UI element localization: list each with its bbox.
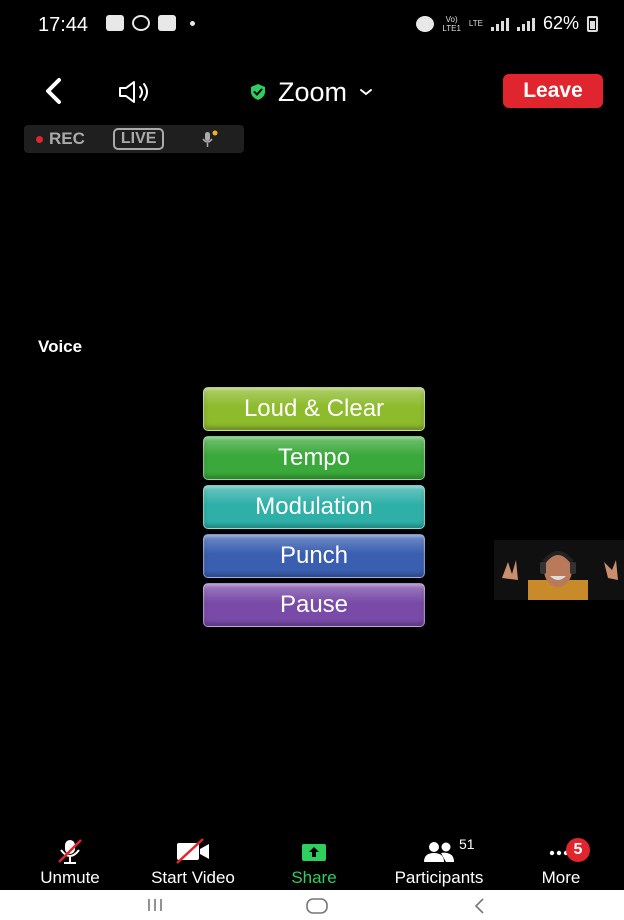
system-back-button[interactable] (470, 897, 490, 920)
option-pause: Pause (203, 583, 425, 627)
recording-status-bar: REC LIVE (24, 125, 244, 153)
meeting-toolbar: Unmute Start Video Share 51 Participants… (0, 836, 624, 890)
home-icon (306, 898, 328, 914)
status-bar: 17:44 Vo) LTE1 LTE 62% (0, 0, 624, 52)
home-button[interactable] (304, 897, 330, 920)
meeting-title: Zoom (278, 76, 348, 107)
share-label: Share (291, 868, 337, 887)
mic-activity-icon (202, 130, 218, 148)
participants-count: 51 (459, 836, 475, 852)
signal-icon (490, 17, 509, 31)
whatsapp-icon (132, 15, 150, 31)
back-button[interactable] (38, 74, 72, 108)
share-button[interactable]: Share (282, 838, 346, 890)
more-button[interactable]: 5 More (532, 838, 590, 890)
unmute-button[interactable]: Unmute (28, 838, 112, 890)
more-label: More (541, 868, 581, 887)
live-badge: LIVE (112, 128, 165, 150)
record-dot-icon (36, 135, 43, 143)
meeting-title-button[interactable]: Zoom (248, 74, 373, 110)
battery-percent: 62% (542, 13, 579, 33)
option-loud-and-clear: Loud & Clear (203, 387, 425, 431)
participants-icon: 51 (419, 836, 475, 864)
system-icons: Vo) LTE1 LTE 62% (416, 13, 598, 34)
recent-apps-icon (148, 899, 162, 911)
option-punch: Punch (203, 534, 425, 578)
mic-muted-icon (55, 838, 85, 864)
more-notifications-icon (190, 20, 195, 26)
signal-icon-2 (516, 17, 535, 31)
leave-button[interactable]: Leave (503, 74, 603, 108)
battery-icon (587, 15, 598, 32)
unmute-label: Unmute (40, 868, 100, 887)
option-tempo: Tempo (203, 436, 425, 480)
youtube-icon (158, 15, 176, 31)
slide-option-list: Loud & Clear Tempo Modulation Punch Paus… (203, 387, 425, 627)
recording-label: REC (49, 129, 85, 148)
volte-icon: Vo) LTE1 (442, 14, 461, 33)
slide-section-label: Voice (38, 337, 83, 356)
shield-icon (251, 84, 265, 100)
more-notification-badge: 5 (566, 838, 590, 862)
notification-icons (106, 15, 195, 31)
start-video-button[interactable]: Start Video (138, 838, 248, 890)
participants-label: Participants (394, 868, 484, 887)
gallery-icon (106, 15, 124, 31)
system-navigation-bar (0, 890, 624, 920)
option-modulation: Modulation (203, 485, 425, 529)
clock: 17:44 (38, 14, 89, 36)
recent-apps-button[interactable] (144, 897, 166, 918)
participants-button[interactable]: 51 Participants (378, 836, 500, 890)
chevron-down-icon (360, 89, 373, 96)
back-arrow-icon (474, 898, 484, 914)
video-off-icon (173, 838, 213, 864)
speaker-icon (119, 81, 148, 103)
chevron-left-icon (46, 78, 61, 104)
alarm-icon (416, 15, 435, 32)
start-video-label: Start Video (151, 868, 235, 887)
speaker-button[interactable] (116, 78, 156, 106)
share-screen-icon (297, 838, 331, 864)
network-type: LTE (468, 19, 483, 28)
more-dots-icon: 5 (546, 838, 590, 864)
presenter-video-thumbnail[interactable] (494, 540, 624, 600)
presenter-avatar (494, 540, 624, 600)
